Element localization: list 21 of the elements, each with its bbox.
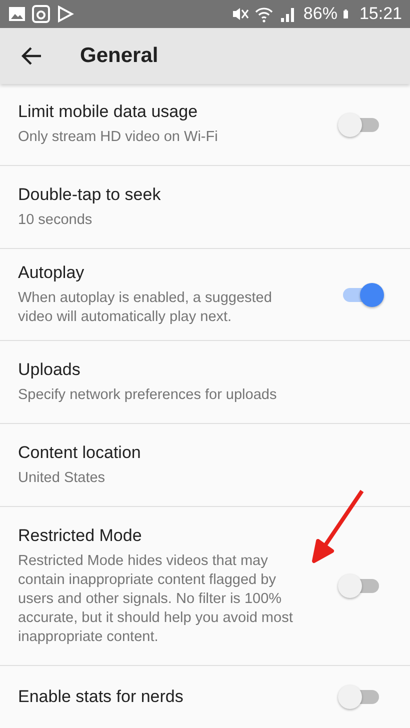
mute-icon <box>231 5 250 23</box>
setting-description: Only stream HD video on Wi-Fi <box>18 128 219 147</box>
setting-description: 10 seconds <box>18 210 94 230</box>
setting-description: Specify network preferences for uploads <box>18 386 278 404</box>
setting-description: Restricted Mode hides videos that may contain inappropriate content flagged by users and other signals. No filter is 100% accurate, but it should help you avoid most inappropriate content. <box>18 552 294 646</box>
image-icon <box>8 5 26 23</box>
battery-percent: 86% <box>303 4 338 24</box>
setting-description: When autoplay is enabled, a suggested video will automatically play next. <box>18 288 273 326</box>
setting-title[interactable]: Limit mobile data usage <box>18 102 310 122</box>
setting-title[interactable]: Autoplay <box>18 262 310 282</box>
setting-title[interactable]: Restricted Mode <box>18 526 310 546</box>
clock-time: 15:21 <box>359 4 402 24</box>
setting-title[interactable]: Uploads <box>18 360 310 380</box>
setting-title[interactable]: Content location <box>18 442 310 462</box>
setting-title[interactable]: Double-tap to seek <box>18 184 310 204</box>
page-title: General <box>80 44 158 68</box>
wifi-icon <box>255 5 274 23</box>
camera-icon <box>32 5 50 23</box>
play-icon <box>56 5 74 23</box>
setting-title[interactable]: Enable stats for nerds <box>18 687 310 707</box>
setting-description: United States <box>18 468 106 488</box>
